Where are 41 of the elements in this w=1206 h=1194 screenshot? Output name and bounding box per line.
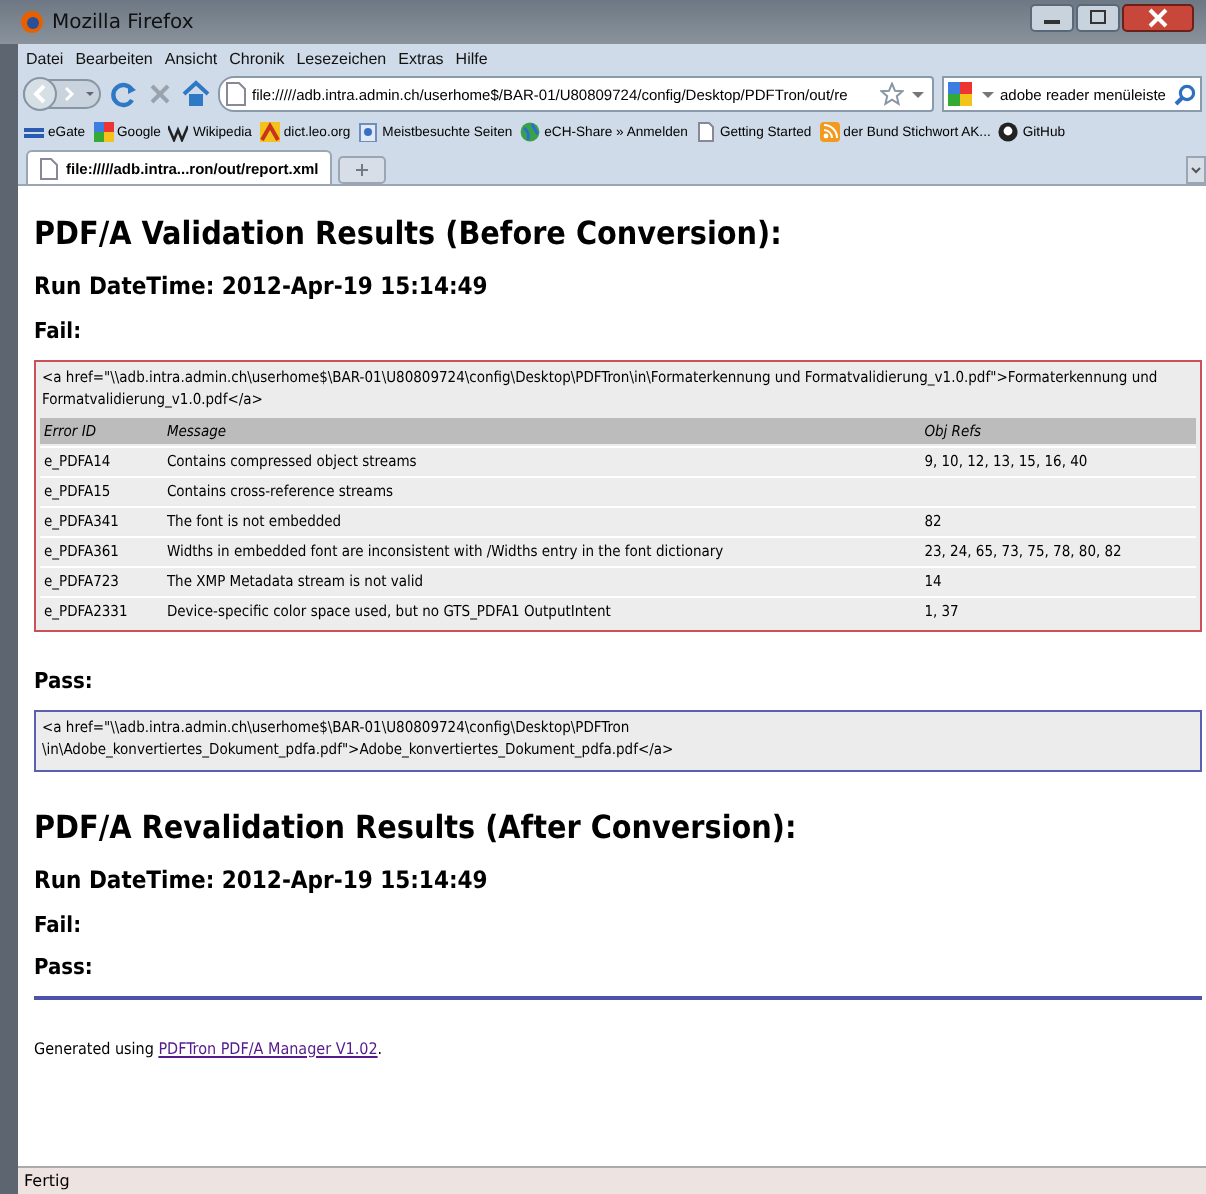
new-tab-icon[interactable] [338,156,387,184]
run-datetime: Run DateTime: 2012-Apr-19 15:14:49 [34,272,490,300]
feed-icon [819,122,840,142]
run-datetime: Run DateTime: 2012-Apr-19 15:14:49 [34,865,490,893]
section-heading: PDF/A Validation Results (Before Conversion): [34,214,784,252]
search-icon [1174,83,1196,105]
firefox-logo-icon [20,10,44,34]
page-icon [695,122,716,142]
result-label: Fail: [34,318,84,344]
back-forward-icon[interactable] [22,76,102,112]
menu-item[interactable]: Ansicht [164,49,218,67]
reload-icon[interactable] [110,80,138,108]
menu-item[interactable]: Datei [26,49,64,67]
menu-item[interactable]: Extras [398,49,444,67]
bars-icon [24,122,44,142]
stop-icon[interactable] [146,80,174,108]
section-heading: PDF/A Revalidation Results (After Conversion): [34,807,799,845]
minimize-icon[interactable] [1030,4,1074,32]
maximize-icon[interactable] [1076,4,1120,32]
tab-list-icon[interactable] [1186,156,1206,184]
globe-icon [520,122,541,142]
w-letter-icon [168,122,189,142]
result-label: Pass: [34,667,95,694]
menu-item[interactable]: Lesezeichen [296,49,387,67]
google-icon [93,122,114,142]
close-icon[interactable] [1122,4,1194,32]
menu-item[interactable]: Bearbeiten [75,49,153,67]
menu-item[interactable]: Hilfe [455,49,488,67]
result-label: Fail: [34,911,84,937]
manager-link[interactable]: PDFTron PDF/A Manager V1.02 [158,1039,378,1057]
result-label: Pass: [34,953,95,979]
google-icon [948,82,976,106]
window-title: Mozilla Firefox [52,11,194,33]
page-icon [226,82,246,106]
star-icon [880,82,904,106]
footer-note: Generated using PDFTron PDF/A Manager V1.02. [34,1039,385,1057]
bookmark-folder-icon [358,122,379,142]
page-icon [40,157,58,179]
status-text: Fertig [24,1172,70,1190]
home-icon[interactable] [182,80,210,108]
menu-item[interactable]: Chronik [229,49,285,67]
